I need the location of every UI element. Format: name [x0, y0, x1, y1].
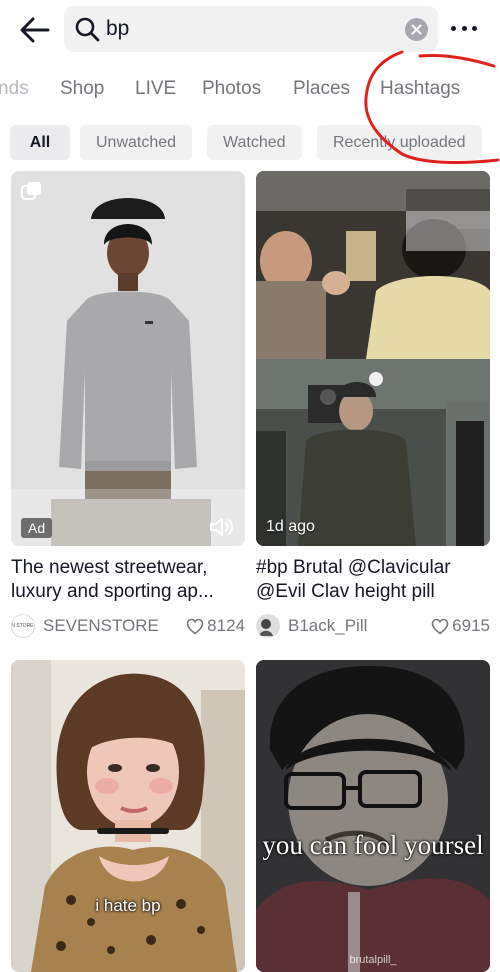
video-thumbnail[interactable]: you can fool yoursel brutalpill_ — [256, 660, 490, 972]
video-card[interactable]: i hate bp — [11, 660, 245, 972]
sweatshirt-product-image — [11, 171, 245, 546]
dot-icon — [451, 25, 456, 31]
search-query: bp — [106, 17, 130, 40]
search-header: bp — [0, 0, 500, 60]
video-frame-image — [256, 660, 490, 972]
tab-friends[interactable]: nds — [0, 78, 29, 100]
like-count-value: 6915 — [452, 616, 490, 635]
dot-icon — [472, 25, 477, 31]
tab-places[interactable]: Places — [293, 78, 350, 100]
filter-unwatched[interactable]: Unwatched — [80, 125, 193, 160]
author[interactable]: B1ack_Pill — [256, 614, 431, 638]
author-name: SEVENSTORE — [43, 616, 159, 635]
author-name: B1ack_Pill — [288, 616, 368, 635]
video-caption-overlay: you can fool yoursel — [262, 830, 484, 860]
video-thumbnail[interactable]: i hate bp — [11, 660, 245, 972]
like-count: 6915 — [431, 616, 490, 636]
filter-recently-uploaded[interactable]: Recently uploaded — [317, 125, 482, 160]
tab-shop[interactable]: Shop — [60, 78, 104, 100]
heart-icon — [431, 618, 449, 635]
tab-hashtags[interactable]: Hashtags — [380, 78, 460, 100]
more-options-button[interactable] — [448, 16, 480, 40]
video-card[interactable]: 1d ago #bp Brutal @Clavicular @Evil Clav… — [256, 171, 490, 640]
dot-icon — [461, 25, 467, 31]
close-icon — [411, 24, 422, 35]
video-caption-overlay: i hate bp — [95, 896, 161, 915]
video-frame-image — [256, 171, 490, 546]
filter-chips: All Unwatched Watched Recently uploaded — [0, 125, 500, 161]
video-title[interactable]: The newest streetwear, luxury and sporti… — [11, 556, 245, 606]
video-thumbnail[interactable]: Ad — [11, 171, 245, 546]
clear-search-button[interactable] — [405, 18, 428, 41]
author[interactable]: SEVEN STORE .COM SEVENSTORE — [11, 614, 186, 638]
upload-time: 1d ago — [266, 518, 315, 535]
video-thumbnail[interactable]: 1d ago — [256, 171, 490, 546]
video-card-ad[interactable]: Ad The newest streetwear, luxury and spo… — [11, 171, 245, 640]
avatar — [256, 614, 280, 638]
tab-photos[interactable]: Photos — [202, 78, 261, 100]
like-count-value: 8124 — [207, 616, 245, 635]
filter-watched[interactable]: Watched — [207, 125, 302, 160]
tab-live[interactable]: LIVE — [135, 78, 176, 100]
ad-badge: Ad — [21, 518, 53, 538]
like-count: 8124 — [186, 616, 245, 636]
video-card[interactable]: you can fool yoursel brutalpill_ — [256, 660, 490, 972]
arrow-left-icon — [20, 17, 50, 43]
square-icon — [21, 182, 41, 200]
watermark: brutalpill_ — [349, 954, 397, 966]
volume-icon[interactable] — [209, 516, 235, 538]
back-button[interactable] — [18, 14, 52, 46]
search-category-tabs: nds Shop LIVE Photos Places Hashtags — [0, 66, 500, 112]
search-input[interactable]: bp — [64, 6, 438, 52]
filter-all[interactable]: All — [10, 125, 70, 160]
search-icon — [75, 17, 100, 42]
sevenstore-logo: SEVEN STORE .COM — [11, 614, 35, 638]
video-frame-image — [11, 660, 245, 972]
video-title[interactable]: #bp Brutal @Clavicular @Evil Clav height… — [256, 556, 490, 606]
heart-icon — [186, 618, 204, 635]
